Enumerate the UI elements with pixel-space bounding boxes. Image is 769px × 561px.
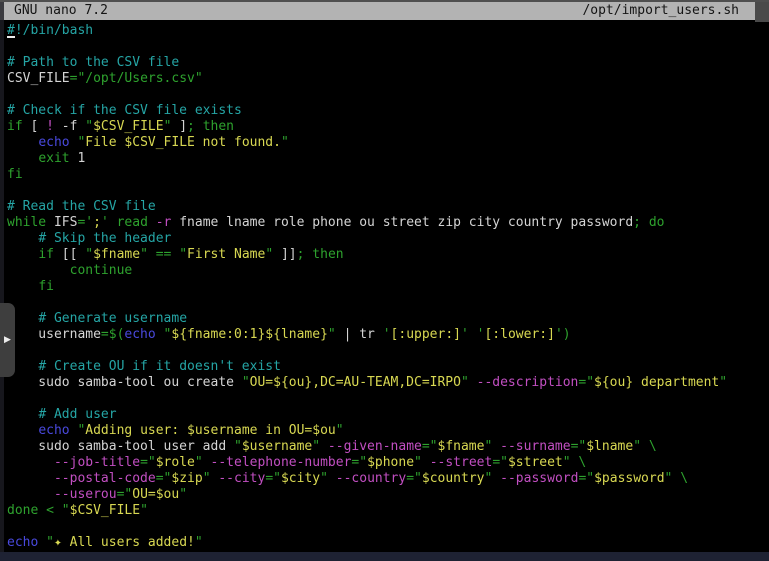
left-edge-strip: [0, 20, 4, 561]
code-line: # Read the CSV file: [7, 199, 769, 215]
code-line: while IFS=';' read -r fname lname role p…: [7, 215, 769, 231]
code-line: [7, 87, 769, 103]
code-line: [7, 183, 769, 199]
code-line: # Path to the CSV file: [7, 55, 769, 71]
code-line: sudo samba-tool ou create "OU=${ou},DC=A…: [7, 375, 769, 391]
code-line: echo "✦ All users added!": [7, 535, 769, 551]
code-line: # Add user: [7, 407, 769, 423]
code-line: # Create OU if it doesn't exist: [7, 359, 769, 375]
file-path: /opt/import_users.sh: [582, 2, 739, 20]
code-line: fi: [7, 167, 769, 183]
code-line: [7, 343, 769, 359]
code-line: if [[ "$fname" == "First Name" ]]; then: [7, 247, 769, 263]
code-line: done < "$CSV_FILE": [7, 503, 769, 519]
code-line: continue: [7, 263, 769, 279]
title-bar-left-corner: [0, 2, 4, 22]
code-line: --job-title="$role" --telephone-number="…: [7, 455, 769, 471]
expand-arrow-icon: ▶: [4, 336, 11, 345]
code-line: # Skip the header: [7, 231, 769, 247]
code-line: [7, 39, 769, 55]
side-panel-toggle[interactable]: ▶: [0, 303, 15, 377]
code-line: if [ ! -f "$CSV_FILE" ]; then: [7, 119, 769, 135]
code-line: echo "File $CSV_FILE not found.": [7, 135, 769, 151]
code-line: # Check if the CSV file exists: [7, 103, 769, 119]
code-line: --userou="OU=$ou": [7, 487, 769, 503]
code-line: #!/bin/bash: [7, 23, 769, 39]
bottom-edge-strip: [0, 552, 769, 561]
code-line: sudo samba-tool user add "$username" --g…: [7, 439, 769, 455]
app-title: GNU nano 7.2: [14, 2, 108, 20]
code-line: username=$(echo "${fname:0:1}${lname}" |…: [7, 327, 769, 343]
code-line: [7, 295, 769, 311]
code-line: [7, 519, 769, 535]
code-line: CSV_FILE="/opt/Users.csv": [7, 71, 769, 87]
code-line: echo "Adding user: $username in OU=$ou": [7, 423, 769, 439]
code-line: # Generate username: [7, 311, 769, 327]
code-line: --postal-code="$zip" --city="$city" --co…: [7, 471, 769, 487]
code-line: [7, 391, 769, 407]
title-bar-right-corner: [755, 2, 769, 22]
code-area[interactable]: #!/bin/bash # Path to the CSV fileCSV_FI…: [0, 20, 769, 552]
code-line: exit 1: [7, 151, 769, 167]
code-line: fi: [7, 279, 769, 295]
nano-title-bar: GNU nano 7.2 /opt/import_users.sh: [0, 0, 769, 20]
